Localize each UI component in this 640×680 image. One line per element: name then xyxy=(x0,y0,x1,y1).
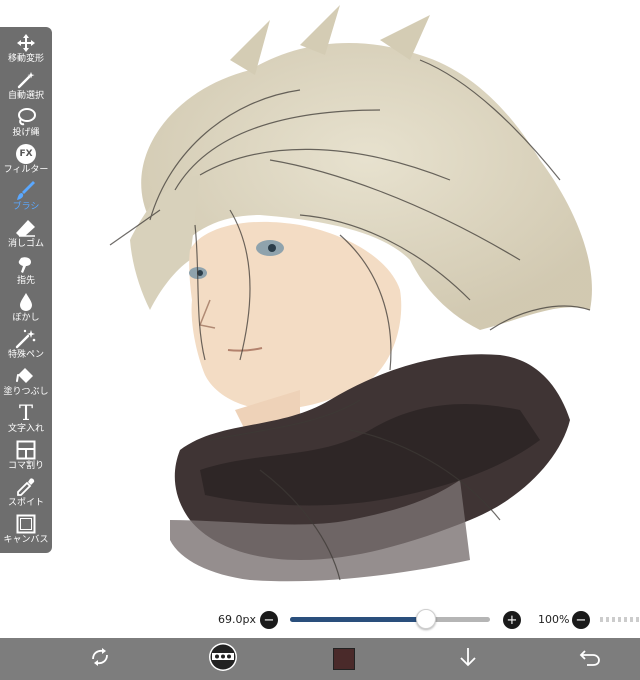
tool-label: コマ割り xyxy=(7,461,44,471)
magic-wand-icon xyxy=(14,69,38,91)
tool-brush[interactable]: ブラシ xyxy=(0,179,52,216)
frame-divider-icon xyxy=(14,439,38,461)
tool-fill[interactable]: 塗りつぶし xyxy=(0,364,52,401)
artwork-illustration xyxy=(109,5,592,582)
brush-size-slider-fill xyxy=(290,617,426,622)
bucket-fill-icon xyxy=(14,365,38,387)
tool-label: 自動選択 xyxy=(7,91,44,101)
tool-filter[interactable]: FX フィルター xyxy=(0,142,52,179)
lasso-icon xyxy=(14,106,38,128)
tool-eyedropper[interactable]: スポイト xyxy=(0,475,52,512)
brush-size-slider[interactable] xyxy=(290,609,490,629)
brush-preview-icon xyxy=(208,642,238,676)
tool-label: キャンバス xyxy=(3,535,49,545)
text-tool-icon: T xyxy=(18,401,33,425)
tool-label: ぼかし xyxy=(12,313,40,323)
tool-lasso[interactable]: 投げ縄 xyxy=(0,105,52,142)
tool-label: スポイト xyxy=(7,498,44,508)
finger-smudge-icon xyxy=(14,254,38,276)
tool-label: 消しゴム xyxy=(7,239,44,249)
tool-label: 文字入れ xyxy=(7,424,44,434)
tool-move[interactable]: 移動変形 xyxy=(0,31,52,68)
tool-label: 移動変形 xyxy=(7,54,44,64)
tool-label: 指先 xyxy=(16,276,35,286)
undo-icon xyxy=(579,647,601,671)
arrow-down-icon xyxy=(458,646,478,672)
drawing-canvas[interactable] xyxy=(0,0,640,600)
layer-down-button[interactable] xyxy=(448,638,488,680)
eraser-icon xyxy=(14,217,38,239)
tool-canvas[interactable]: キャンバス xyxy=(0,512,52,549)
move-arrows-icon xyxy=(14,32,38,54)
undo-button[interactable] xyxy=(570,638,610,680)
tool-label: フィルター xyxy=(3,165,49,175)
canvas-icon xyxy=(14,513,38,535)
opacity-slider[interactable] xyxy=(600,617,640,622)
tool-text[interactable]: T 文字入れ xyxy=(0,401,52,438)
tool-frame[interactable]: コマ割り xyxy=(0,438,52,475)
tool-finger[interactable]: 指先 xyxy=(0,253,52,290)
tool-label: 投げ縄 xyxy=(12,128,40,138)
tool-palette: 移動変形 自動選択 投げ縄 FX フィルター ブラシ 消しゴム 指先 ぼかし 特… xyxy=(0,27,52,553)
fx-icon: FX xyxy=(14,143,38,165)
transform-button[interactable] xyxy=(80,638,120,680)
eyedropper-icon xyxy=(14,476,38,498)
tool-blur[interactable]: ぼかし xyxy=(0,290,52,327)
brush-preview-button[interactable] xyxy=(203,638,243,680)
opacity-decrease-button[interactable]: − xyxy=(572,611,590,629)
tool-special-pen[interactable]: 特殊ペン xyxy=(0,327,52,364)
size-increase-button[interactable]: + xyxy=(503,611,521,629)
color-picker-button[interactable] xyxy=(322,638,366,680)
brush-size-value: 69.0px xyxy=(218,613,256,626)
size-decrease-button[interactable]: − xyxy=(260,611,278,629)
current-color-swatch xyxy=(333,648,355,670)
opacity-value: 100% xyxy=(538,613,570,626)
rotate-arrows-icon xyxy=(89,646,111,672)
brush-icon xyxy=(14,180,38,202)
tool-label: ブラシ xyxy=(12,202,40,212)
tool-label: 塗りつぶし xyxy=(3,387,49,397)
bottom-toolbar xyxy=(0,638,640,680)
blur-drop-icon xyxy=(14,291,38,313)
tool-eraser[interactable]: 消しゴム xyxy=(0,216,52,253)
special-pen-icon xyxy=(14,328,38,350)
brush-size-slider-thumb[interactable] xyxy=(416,609,436,629)
tool-magic-wand[interactable]: 自動選択 xyxy=(0,68,52,105)
tool-label: 特殊ペン xyxy=(7,350,44,360)
